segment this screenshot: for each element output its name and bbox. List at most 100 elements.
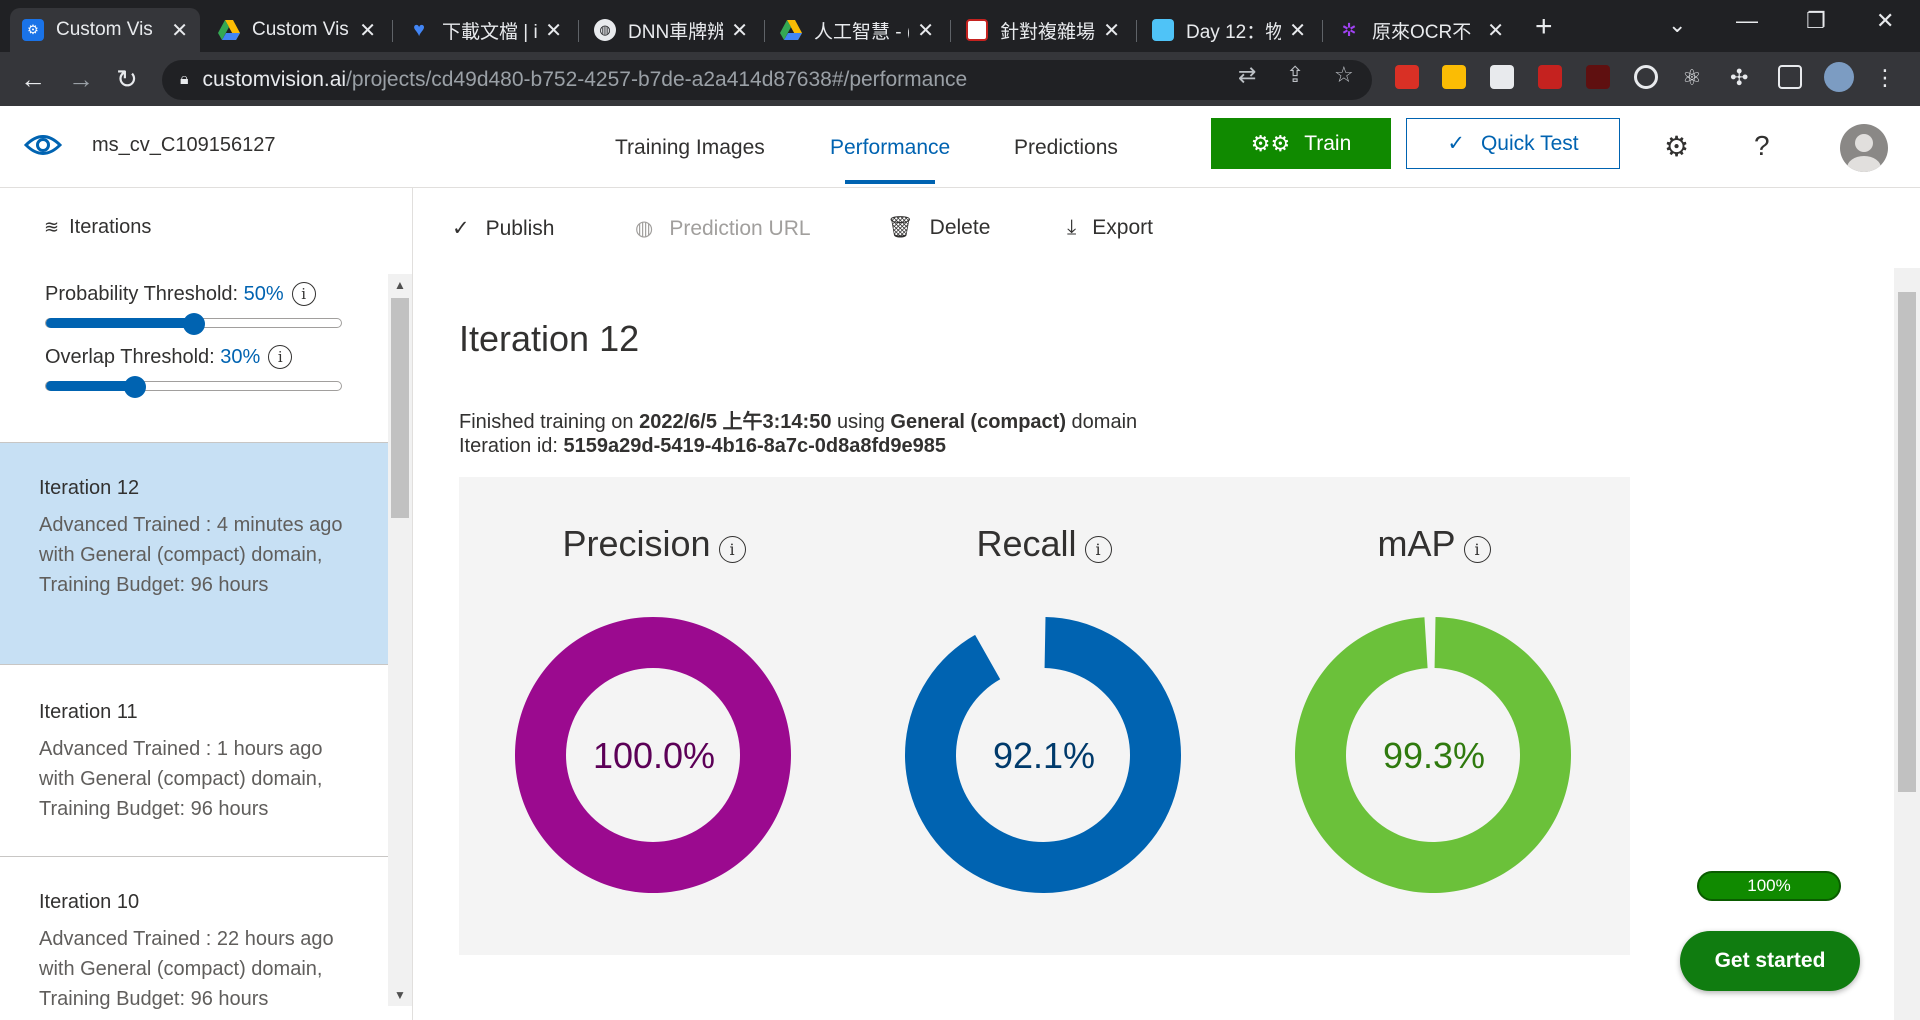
iteration-list: Iteration 12 Advanced Trained : 4 minute…	[0, 442, 388, 1020]
profile-avatar[interactable]	[1824, 62, 1854, 92]
metric-label: Recall	[976, 523, 1077, 564]
browser-tab[interactable]: ✲ 原來OCR不 ✕	[1326, 8, 1516, 52]
restore-icon[interactable]: ❐	[1806, 8, 1826, 34]
iteration-name: Iteration 11	[39, 701, 138, 723]
drive-icon	[780, 19, 802, 41]
browser-tab[interactable]: Custom Vis ✕	[206, 8, 388, 52]
publish-button[interactable]: ✓ Publish	[452, 216, 555, 241]
url-path: /projects/cd49d480-b752-4257-b7de-a2a414…	[346, 68, 968, 91]
overlap-threshold-slider[interactable]	[45, 376, 342, 398]
tab-predictions[interactable]: Predictions	[1014, 136, 1118, 160]
close-icon[interactable]: ✕	[731, 18, 748, 43]
close-icon[interactable]: ✕	[1289, 18, 1306, 43]
help-icon[interactable]: ?	[1754, 130, 1770, 162]
scroll-up-icon[interactable]: ▲	[394, 278, 406, 292]
iteration-name: Iteration 10	[39, 891, 140, 913]
menu-kebab-icon[interactable]: ⋮	[1874, 65, 1898, 90]
close-icon[interactable]: ✕	[359, 18, 376, 43]
eye-logo-icon[interactable]	[23, 132, 63, 163]
close-icon[interactable]: ✕	[1487, 18, 1504, 43]
extension-icon[interactable]	[1634, 65, 1658, 89]
tab-training-images[interactable]: Training Images	[615, 136, 765, 160]
close-icon[interactable]: ✕	[1103, 18, 1120, 43]
probability-text: Probability Threshold:	[45, 282, 239, 305]
iteration-item-12[interactable]: Iteration 12 Advanced Trained : 4 minute…	[0, 442, 388, 664]
extension-icon[interactable]	[1395, 65, 1419, 89]
browser-tab[interactable]: ♥ 下載文檔 | i ✕	[396, 8, 574, 52]
train-label: Train	[1304, 131, 1352, 155]
iteration-id-value: 5159a29d-5419-4b16-8a7c-0d8a8fd9e985	[563, 435, 947, 457]
close-icon[interactable]: ✕	[917, 18, 934, 43]
heart-icon: ♥	[413, 18, 425, 41]
browser-tab[interactable]: 人工智慧 - ( ✕	[768, 8, 946, 52]
doc-icon	[966, 19, 988, 41]
close-window-icon[interactable]: ✕	[1876, 8, 1894, 34]
sidebar-scrollbar[interactable]: ▲ ▼	[388, 274, 412, 1006]
minimize-icon[interactable]: —	[1736, 8, 1758, 34]
info-icon[interactable]: i	[1463, 535, 1491, 563]
reload-icon[interactable]: ↻	[116, 64, 138, 95]
iteration-item-10[interactable]: Iteration 10 Advanced Trained : 22 hours…	[0, 856, 388, 1020]
get-started-button[interactable]: Get started	[1680, 931, 1860, 991]
extension-icon[interactable]	[1586, 65, 1610, 89]
close-icon[interactable]: ✕	[545, 18, 562, 43]
check-icon: ✓	[1447, 132, 1465, 155]
scroll-thumb[interactable]	[1898, 292, 1916, 792]
iteration-id-line: Iteration id: 5159a29d-5419-4b16-8a7c-0d…	[459, 435, 946, 458]
extension-icon[interactable]	[1442, 65, 1466, 89]
check-icon: ✓	[452, 217, 470, 240]
scroll-down-icon[interactable]: ▼	[394, 988, 406, 1002]
forward-icon[interactable]: →	[68, 64, 94, 95]
info-icon[interactable]: i	[718, 535, 746, 563]
slider-thumb[interactable]	[123, 376, 146, 398]
precision-metric: Precision i 100.0%	[459, 477, 849, 955]
ithome-icon	[1152, 19, 1174, 41]
browser-tab[interactable]: ⚙ Custom Vis ✕	[10, 8, 200, 52]
export-button[interactable]: ⤓ Export	[1067, 216, 1153, 240]
settings-gear-icon[interactable]: ⚙	[1664, 130, 1689, 163]
metric-value: 99.3%	[1382, 735, 1486, 776]
export-label: Export	[1092, 216, 1153, 239]
extension-icon[interactable]	[1490, 65, 1514, 89]
iteration-description: Advanced Trained : 4 minutes ago with Ge…	[39, 514, 343, 596]
download-icon: ⤓	[1067, 216, 1077, 239]
user-avatar[interactable]	[1840, 124, 1888, 172]
back-icon[interactable]: ←	[20, 64, 46, 95]
info-icon[interactable]: i	[268, 345, 293, 369]
extension-icon[interactable]	[1538, 65, 1562, 89]
drive-icon	[218, 19, 240, 41]
close-icon[interactable]: ✕	[171, 18, 188, 43]
quick-test-label: Quick Test	[1480, 131, 1579, 155]
browser-tab[interactable]: ◍ DNN車牌辨 ✕	[582, 8, 760, 52]
info-icon[interactable]: i	[1084, 535, 1112, 563]
quick-test-button[interactable]: ✓ Quick Test	[1406, 118, 1620, 169]
slider-thumb[interactable]	[182, 313, 205, 335]
chevron-down-icon[interactable]: ⌄	[1668, 12, 1686, 38]
train-button[interactable]: ⚙⚙ Train	[1211, 118, 1391, 169]
delete-button[interactable]: 🗑︎ Delete	[887, 216, 990, 240]
translate-icon[interactable]: ⇄	[1238, 62, 1256, 88]
sidepanel-icon[interactable]	[1778, 65, 1802, 89]
react-icon[interactable]: ⚛	[1682, 65, 1706, 90]
tab-performance[interactable]: Performance	[830, 136, 950, 160]
project-name[interactable]: ms_cv_C109156127	[92, 134, 275, 157]
main-scrollbar[interactable]	[1894, 268, 1920, 1020]
browser-tab[interactable]: Day 12：物 ✕	[1140, 8, 1318, 52]
probability-threshold-slider[interactable]	[45, 313, 342, 335]
scroll-thumb[interactable]	[391, 298, 409, 518]
puzzle-icon[interactable]: ✣	[1730, 65, 1754, 90]
address-bar[interactable]: 🔒︎ customvision.ai/projects/cd49d480-b75…	[162, 60, 1372, 100]
prediction-url-button[interactable]: ◍ Prediction URL	[635, 216, 811, 241]
browser-tab[interactable]: 針對複雜場 ✕	[954, 8, 1132, 52]
progress-badge: 100%	[1697, 871, 1841, 901]
overlap-threshold-label: Overlap Threshold: 30% i	[45, 345, 293, 369]
browser-toolbar: ← → ↻ 🔒︎ customvision.ai/projects/cd49d4…	[0, 52, 1920, 106]
bookmark-star-icon[interactable]: ☆	[1334, 62, 1354, 88]
new-tab-icon[interactable]: +	[1535, 10, 1553, 44]
share-icon[interactable]: ⇪	[1286, 62, 1304, 88]
tab-title: Custom Vis	[56, 19, 153, 40]
info-icon[interactable]: i	[291, 282, 316, 306]
publish-label: Publish	[485, 216, 555, 240]
gear-icon: ⚙	[22, 19, 44, 41]
iteration-item-11[interactable]: Iteration 11 Advanced Trained : 1 hours …	[0, 664, 388, 856]
